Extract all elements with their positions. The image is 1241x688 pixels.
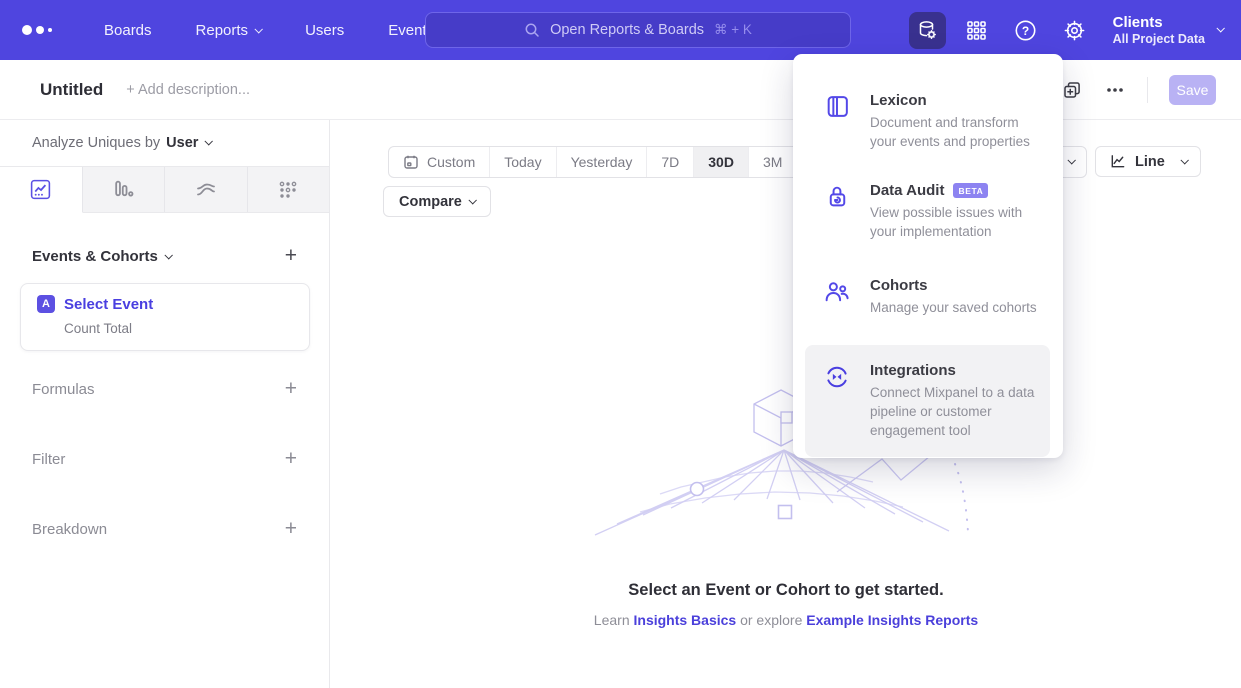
chevron-down-icon (1067, 156, 1075, 164)
chart-type-tabs (0, 166, 329, 213)
beta-badge: BETA (953, 183, 988, 198)
empty-state-title: Select an Event or Cohort to get started… (331, 581, 1241, 600)
menu-item-lexicon[interactable]: Lexicon Document and transform your even… (805, 80, 1050, 163)
chevron-down-icon (468, 196, 476, 204)
tab-metrics-grid[interactable] (248, 167, 330, 212)
project-switcher[interactable]: Clients All Project Data (1113, 14, 1223, 47)
grid-icon (966, 20, 987, 41)
event-aggregation[interactable]: Count Total (64, 321, 309, 336)
date-range-custom[interactable]: Custom (389, 147, 490, 177)
settings-button[interactable] (1056, 12, 1093, 49)
date-range-3m[interactable]: 3M (749, 147, 797, 177)
chevron-down-icon (1180, 156, 1188, 164)
analyze-by-dropdown[interactable]: User (166, 135, 211, 151)
tab-bar-chart[interactable] (83, 167, 166, 212)
nav-reports[interactable]: Reports (196, 22, 262, 39)
chevron-down-icon (1216, 24, 1224, 32)
cohorts-people-icon (823, 278, 851, 306)
help-button[interactable]: ? (1007, 12, 1044, 49)
mixpanel-logo-icon[interactable] (22, 25, 62, 35)
bar-chart-tab-icon (112, 178, 135, 201)
nav-boards[interactable]: Boards (104, 22, 152, 39)
menu-item-data-audit[interactable]: Data AuditBETA View possible issues with… (805, 170, 1050, 253)
chevron-down-icon (205, 137, 213, 145)
database-gear-icon (916, 19, 938, 41)
global-search-input[interactable]: Open Reports & Boards ⌘ + K (425, 12, 851, 48)
report-description-field[interactable]: + Add description... (126, 82, 250, 98)
events-cohorts-dropdown[interactable]: Events & Cohorts (32, 248, 171, 265)
nav-users[interactable]: Users (305, 22, 344, 39)
apps-grid-button[interactable] (958, 12, 995, 49)
data-management-button[interactable] (909, 12, 946, 49)
integrations-sync-icon (823, 363, 851, 391)
tab-insights-line[interactable] (0, 167, 83, 213)
add-formula-button[interactable]: + (285, 379, 297, 399)
insights-basics-link[interactable]: Insights Basics (634, 612, 737, 628)
events-cohorts-header: Events & Cohorts + (0, 242, 329, 270)
select-event-button[interactable]: Select Event (64, 296, 153, 313)
date-range-yesterday[interactable]: Yesterday (557, 147, 648, 177)
search-shortcut: ⌘ + K (714, 22, 752, 38)
lexicon-book-icon (824, 93, 851, 120)
event-card[interactable]: A Select Event Count Total (20, 283, 310, 351)
empty-state-subtitle: Learn Insights Basics or explore Example… (331, 612, 1241, 628)
ellipsis-icon (1106, 87, 1124, 93)
report-title[interactable]: Untitled (40, 80, 103, 100)
gear-icon (1063, 19, 1086, 42)
menu-item-integrations[interactable]: Integrations Connect Mixpanel to a data … (805, 345, 1050, 457)
save-button[interactable]: Save (1169, 75, 1216, 105)
dots-grid-tab-icon (277, 179, 299, 201)
search-icon (524, 22, 540, 38)
breakdown-section: Breakdown + (0, 515, 329, 543)
tab-stacked-chart[interactable] (165, 167, 248, 212)
query-builder-sidebar: Analyze Uniques by User (0, 120, 330, 688)
flow-chart-tab-icon (194, 178, 218, 202)
menu-item-cohorts[interactable]: Cohorts Manage your saved cohorts (805, 265, 1050, 329)
add-breakdown-button[interactable]: + (285, 519, 297, 539)
event-letter-badge: A (37, 295, 55, 313)
mixpanel-insights-app: Boards Reports Users Events Open Reports… (0, 0, 1241, 688)
date-range-today[interactable]: Today (490, 147, 556, 177)
org-name: Clients (1113, 14, 1205, 32)
chart-type-dropdown[interactable]: Line (1095, 146, 1201, 177)
line-chart-icon (1109, 153, 1126, 170)
more-options-button[interactable] (1104, 79, 1126, 101)
example-insights-reports-link[interactable]: Example Insights Reports (806, 612, 978, 628)
top-navbar: Boards Reports Users Events Open Reports… (0, 0, 1241, 60)
data-audit-icon (824, 183, 851, 210)
filter-section: Filter + (0, 445, 329, 473)
analyze-uniques-row: Analyze Uniques by User (0, 120, 329, 166)
chevron-down-icon (255, 25, 263, 33)
copy-plus-icon (1062, 80, 1082, 100)
line-chart-tab-icon (29, 178, 52, 201)
svg-text:?: ? (1021, 23, 1028, 37)
formulas-section: Formulas + (0, 375, 329, 403)
data-management-dropdown: Lexicon Document and transform your even… (793, 54, 1063, 458)
chevron-down-icon (164, 251, 172, 259)
add-event-button[interactable]: + (285, 246, 297, 266)
duplicate-report-button[interactable] (1061, 79, 1083, 101)
calendar-icon (403, 154, 419, 170)
help-icon: ? (1014, 19, 1037, 42)
compare-dropdown[interactable]: Compare (383, 186, 491, 217)
project-name: All Project Data (1113, 32, 1205, 47)
date-range-7d[interactable]: 7D (647, 147, 694, 177)
divider (1147, 77, 1148, 103)
add-filter-button[interactable]: + (285, 449, 297, 469)
date-range-30d-selected[interactable]: 30D (694, 147, 749, 177)
